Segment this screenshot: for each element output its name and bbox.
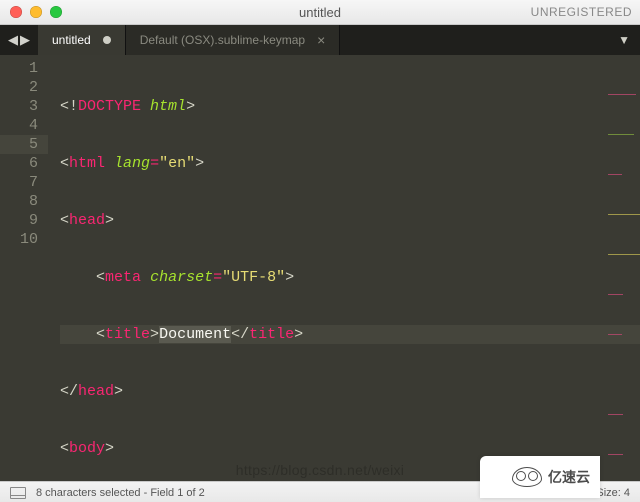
line-number: 9 [0, 211, 38, 230]
code-line: <html lang="en"> [60, 154, 640, 173]
tab-label: untitled [52, 33, 91, 47]
code-line: <head> [60, 211, 640, 230]
code-line: </head> [60, 382, 640, 401]
line-number: 8 [0, 192, 38, 211]
line-number-gutter: 1 2 3 4 5 6 7 8 9 10 [0, 55, 48, 481]
line-number: 3 [0, 97, 38, 116]
tab-size-indicator[interactable]: Tab Size: 4 [576, 487, 630, 499]
text-selection: Document [159, 326, 231, 343]
zoom-window-icon[interactable] [50, 6, 62, 18]
line-number: 7 [0, 173, 38, 192]
status-bar: 8 characters selected - Field 1 of 2 Tab… [0, 481, 640, 502]
tab-bar: ◀ ▶ untitled Default (OSX).sublime-keyma… [0, 25, 640, 55]
editor-area[interactable]: 1 2 3 4 5 6 7 8 9 10 <!DOCTYPE html> <ht… [0, 55, 640, 481]
traffic-lights [0, 6, 62, 18]
tab-keymap[interactable]: Default (OSX).sublime-keymap × [126, 25, 341, 55]
code-line: <meta charset="UTF-8"> [60, 268, 640, 287]
code-line: <!DOCTYPE html> [60, 97, 640, 116]
line-number: 6 [0, 154, 38, 173]
tab-label: Default (OSX).sublime-keymap [140, 33, 305, 47]
nav-forward-icon[interactable]: ▶ [20, 32, 30, 48]
dirty-indicator-icon [103, 36, 111, 44]
line-number: 4 [0, 116, 38, 135]
status-message: 8 characters selected - Field 1 of 2 [36, 487, 205, 499]
close-tab-icon[interactable]: × [317, 32, 325, 48]
code-content[interactable]: <!DOCTYPE html> <html lang="en"> <head> … [48, 55, 640, 481]
nav-back-icon[interactable]: ◀ [8, 32, 18, 48]
window-titlebar: untitled UNREGISTERED [0, 0, 640, 25]
line-number: 1 [0, 59, 38, 78]
nav-buttons: ◀ ▶ [0, 25, 38, 55]
code-line: <body> [60, 439, 640, 458]
line-number: 5 [0, 135, 48, 154]
minimap[interactable] [600, 55, 640, 481]
tab-overflow-icon[interactable]: ▼ [618, 25, 640, 55]
line-number: 10 [0, 230, 38, 249]
code-line-active: <title>Document</title> [60, 325, 640, 344]
close-window-icon[interactable] [10, 6, 22, 18]
registration-label: UNREGISTERED [531, 5, 640, 19]
minimize-window-icon[interactable] [30, 6, 42, 18]
tab-untitled[interactable]: untitled [38, 25, 126, 55]
panel-switcher-icon[interactable] [10, 487, 26, 499]
line-number: 2 [0, 78, 38, 97]
